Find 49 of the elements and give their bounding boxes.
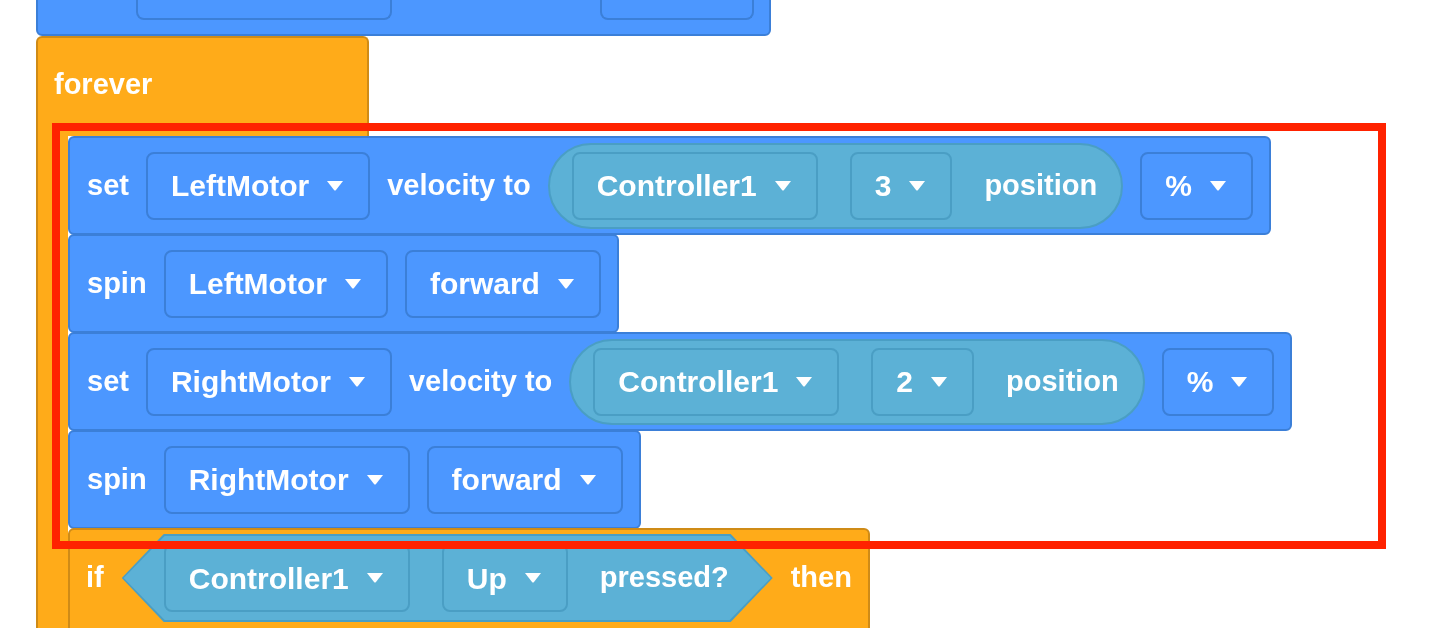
block-label: then: [790, 560, 852, 596]
motor-block[interactable]: set LeftMotor velocity to Controller1 3 position %: [68, 136, 1271, 235]
motor-block[interactable]: set RightMotor velocity to Controller1 2 position %: [68, 332, 1293, 431]
caret-icon: [772, 179, 793, 192]
dropdown-field[interactable]: Controller1: [571, 151, 818, 220]
caret-icon: [577, 473, 598, 486]
block-label: forever: [54, 67, 153, 103]
dropdown-field[interactable]: LeftMotor: [163, 249, 388, 318]
caret-icon: [555, 277, 576, 290]
caret-icon: [1229, 375, 1250, 388]
block-label: pressed?: [599, 560, 729, 596]
dropdown-field[interactable]: %: [1161, 347, 1275, 416]
motor-block[interactable]: spin LeftMotor forward: [68, 234, 619, 333]
dropdown-field[interactable]: [136, 0, 392, 20]
block-label: spin: [87, 461, 147, 497]
block-label: velocity to: [387, 167, 531, 203]
dropdown-field[interactable]: RightMotor: [145, 347, 392, 416]
caret-icon: [325, 179, 346, 192]
caret-icon: [1207, 179, 1228, 192]
reporter-block[interactable]: Controller1 2 position: [569, 338, 1145, 425]
caret-icon: [364, 473, 385, 486]
caret-icon: [346, 375, 367, 388]
reporter-block[interactable]: Controller1 3 position: [547, 142, 1124, 229]
block-label: spin: [87, 265, 147, 301]
motor-block[interactable]: spin RightMotor forward: [68, 430, 641, 529]
block-label: set: [87, 167, 129, 203]
if-block[interactable]: if Controller1 Up pressed? then: [68, 528, 870, 628]
dropdown-field[interactable]: 2: [871, 347, 975, 416]
caret-icon: [522, 572, 543, 584]
caret-icon: [929, 375, 950, 388]
block-label: set: [87, 363, 129, 399]
motor-block[interactable]: [36, 0, 771, 36]
dropdown-field[interactable]: 3: [849, 151, 953, 220]
caret-icon: [342, 277, 363, 290]
caret-icon: [794, 375, 815, 388]
forever-block[interactable]: forever: [36, 36, 369, 136]
block-label: position: [984, 167, 1098, 203]
block-label: if: [86, 560, 104, 596]
dropdown-field[interactable]: LeftMotor: [145, 151, 371, 220]
dropdown-field[interactable]: RightMotor: [163, 445, 410, 514]
block-label: velocity to: [408, 363, 553, 399]
dropdown-field[interactable]: forward: [426, 445, 623, 514]
dropdown-field[interactable]: forward: [404, 249, 601, 318]
dropdown-field[interactable]: Controller1: [593, 347, 840, 416]
caret-icon: [364, 572, 385, 584]
dropdown-field[interactable]: [600, 0, 754, 20]
block-label: position: [1006, 363, 1119, 399]
dropdown-field[interactable]: %: [1140, 151, 1253, 220]
caret-icon: [907, 179, 928, 192]
